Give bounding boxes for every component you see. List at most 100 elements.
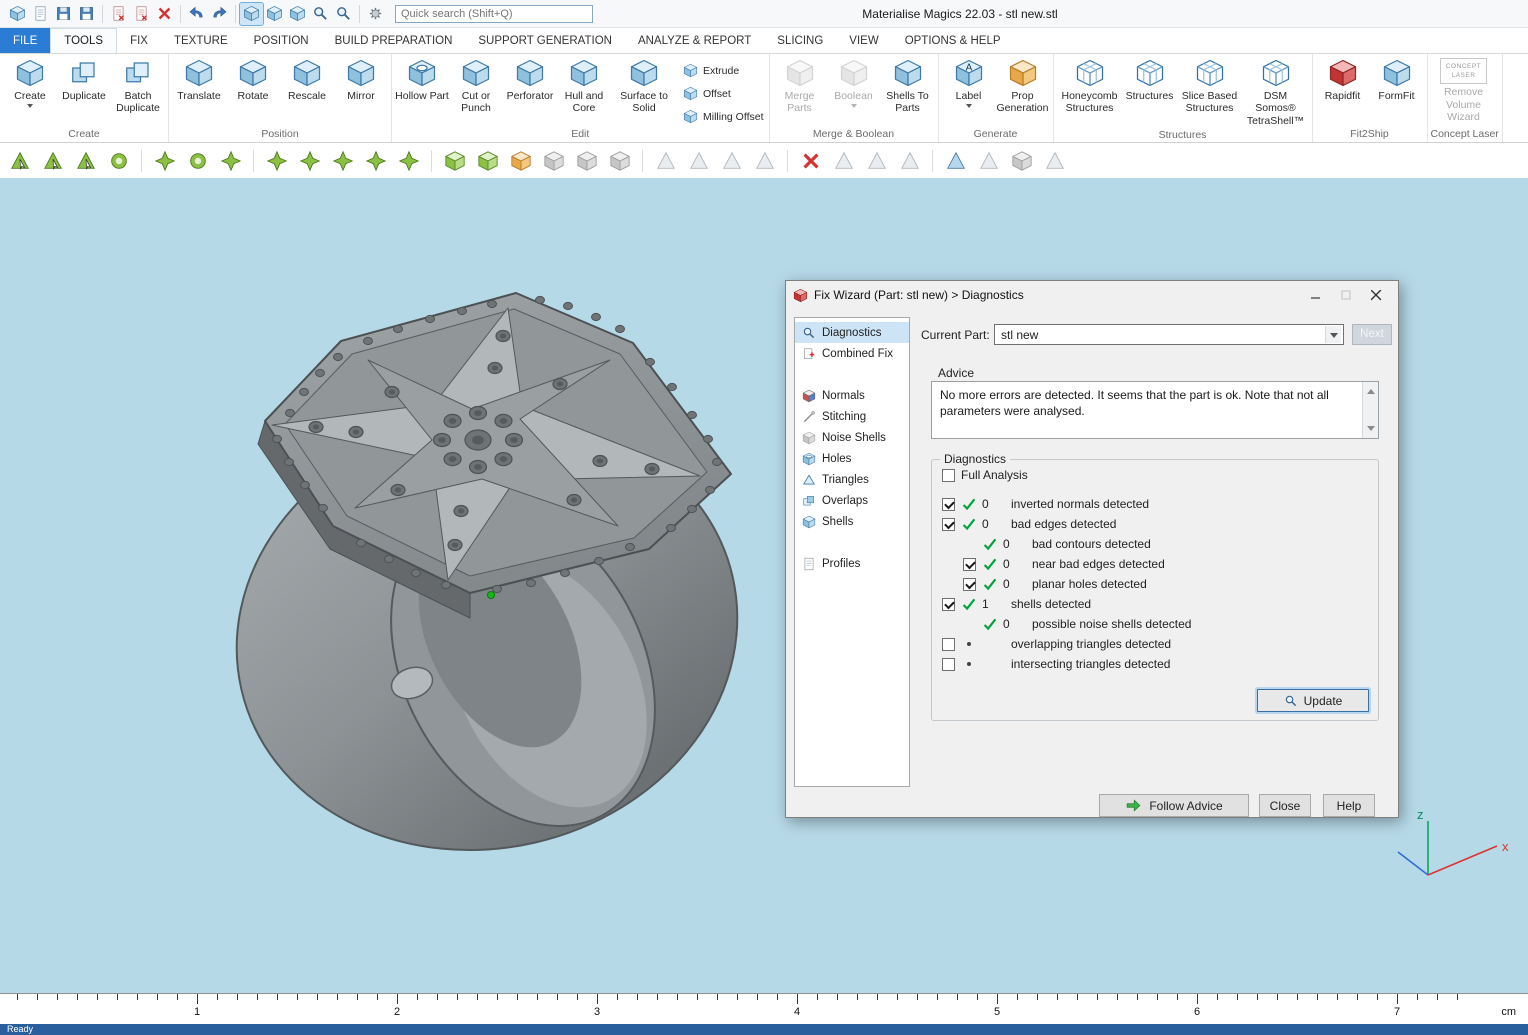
dialog-titlebar[interactable]: Fix Wizard (Part: stl new) > Diagnostics (786, 281, 1398, 309)
label-button[interactable]: Label (942, 57, 996, 111)
follow-advice-button[interactable]: Follow Advice (1099, 794, 1249, 817)
zoom-fit-icon[interactable] (332, 3, 355, 25)
import-part-icon[interactable] (107, 3, 130, 25)
brush-mark-tool[interactable] (263, 147, 290, 174)
diagnostic-checkbox[interactable] (942, 498, 955, 511)
mark-planes-tool[interactable] (39, 147, 66, 174)
batch-duplicate-button[interactable]: Batch Duplicate (111, 57, 165, 115)
shell-info-tool[interactable] (1008, 147, 1035, 174)
offset-button[interactable]: Offset (683, 86, 764, 101)
rapidfit-button[interactable]: Rapidfit (1316, 57, 1370, 102)
sidebar-item-triangles[interactable]: Triangles (795, 469, 909, 490)
create-button[interactable]: Create (3, 57, 57, 111)
tab-options-help[interactable]: OPTIONS & HELP (892, 28, 1014, 53)
diagnostic-checkbox[interactable] (942, 598, 955, 611)
sidebar-item-overlaps[interactable]: Overlaps (795, 490, 909, 511)
scroll-down-icon[interactable] (1367, 426, 1375, 435)
quick-search-input[interactable] (395, 5, 593, 23)
orient-triangle-tool[interactable] (942, 147, 969, 174)
grow-marking-tool[interactable] (395, 147, 422, 174)
tab-support-generation[interactable]: SUPPORT GENERATION (465, 28, 625, 53)
diagnostic-checkbox[interactable] (942, 638, 955, 651)
maximize-button[interactable] (1331, 285, 1361, 305)
mark-surfaces-tool[interactable] (72, 147, 99, 174)
zoom-in-icon[interactable] (309, 3, 332, 25)
sidebar-item-diagnostics[interactable]: Diagnostics (795, 322, 909, 343)
color-part-tool[interactable] (507, 147, 534, 174)
unify-shells-tool[interactable] (441, 147, 468, 174)
sidebar-item-shells[interactable]: Shells (795, 511, 909, 532)
magics-app-icon[interactable] (6, 3, 29, 25)
tab-slicing[interactable]: SLICING (764, 28, 836, 53)
split-edge-tool[interactable] (975, 147, 1002, 174)
diagnostic-checkbox[interactable] (963, 578, 976, 591)
rectangle-mark-tool[interactable] (151, 147, 178, 174)
iso-view-icon[interactable] (263, 3, 286, 25)
full-analysis-checkbox[interactable] (942, 469, 955, 482)
current-part-select[interactable]: stl new (994, 324, 1344, 345)
next-button[interactable]: Next (1352, 324, 1392, 345)
swap-edge-tool[interactable] (751, 147, 778, 174)
extract-shell-tool[interactable] (474, 147, 501, 174)
rotate-button[interactable]: Rotate (226, 57, 280, 102)
smooth-triangles-tool[interactable] (652, 147, 679, 174)
minimize-button[interactable] (1301, 285, 1331, 305)
triangle-info-tool[interactable] (1041, 147, 1068, 174)
sidebar-item-combined-fix[interactable]: Combined Fix (795, 343, 909, 364)
scroll-up-icon[interactable] (1367, 385, 1375, 394)
sidebar-item-holes[interactable]: Holes (795, 448, 909, 469)
mirror-button[interactable]: Mirror (334, 57, 388, 102)
default-view-icon[interactable] (240, 3, 263, 25)
honeycomb-structures-button[interactable]: Honeycomb Structures (1057, 57, 1123, 115)
stitch-marked-tool[interactable] (896, 147, 923, 174)
diagnostic-checkbox[interactable] (963, 558, 976, 571)
duplicate-button[interactable]: Duplicate (57, 57, 111, 102)
undo-icon[interactable] (185, 3, 208, 25)
translate-button[interactable]: Translate (172, 57, 226, 102)
tab-position[interactable]: POSITION (241, 28, 322, 53)
tab-view[interactable]: VIEW (836, 28, 891, 53)
cube-view-tool[interactable] (540, 147, 567, 174)
unmark-all-tool[interactable] (329, 147, 356, 174)
close-button[interactable]: Close (1259, 794, 1311, 817)
surface-to-solid-button[interactable]: Surface to Solid (611, 57, 677, 115)
tab-build-preparation[interactable]: BUILD PREPARATION (322, 28, 466, 53)
milling-offset-button[interactable]: Milling Offset (683, 109, 764, 124)
sidebar-item-stitching[interactable]: Stitching (795, 406, 909, 427)
prop-generation-button[interactable]: Prop Generation (996, 57, 1050, 115)
tab-fix[interactable]: FIX (117, 28, 161, 53)
tab-file[interactable]: FILE (0, 28, 50, 53)
diagnostic-checkbox[interactable] (942, 518, 955, 531)
full-analysis-row[interactable]: Full Analysis (942, 468, 1028, 482)
cut-or-punch-button[interactable]: Cut or Punch (449, 57, 503, 115)
tab-analyze-report[interactable]: ANALYZE & REPORT (625, 28, 764, 53)
sidebar-item-normals[interactable]: Normals (795, 385, 909, 406)
mark-triangles-tool[interactable] (6, 147, 33, 174)
close-icon[interactable] (1361, 285, 1391, 305)
structures-button[interactable]: Structures (1123, 57, 1177, 102)
delete-marked-tool[interactable] (797, 147, 824, 174)
formfit-button[interactable]: FormFit (1370, 57, 1424, 102)
diagnostic-checkbox[interactable] (942, 658, 955, 671)
remove-part-icon[interactable] (153, 3, 176, 25)
settings-gear-icon[interactable] (364, 3, 387, 25)
rescale-button[interactable]: Rescale (280, 57, 334, 102)
redo-icon[interactable] (208, 3, 231, 25)
sidebar-item-noise-shells[interactable]: Noise Shells (795, 427, 909, 448)
tab-texture[interactable]: TEXTURE (161, 28, 241, 53)
save-all-icon[interactable] (75, 3, 98, 25)
advice-scrollbar[interactable] (1362, 382, 1378, 438)
shells-to-parts-button[interactable]: Shells To Parts (881, 57, 935, 115)
bridge-gap-tool[interactable] (863, 147, 890, 174)
collapse-edge-tool[interactable] (718, 147, 745, 174)
3d-viewport[interactable]: z x Fix Wizard (Part: stl new) > Diagnos… (0, 178, 1528, 993)
slice-based-structures-button[interactable]: Slice Based Structures (1177, 57, 1243, 115)
dsm-somos-tetrashell-button[interactable]: DSM Somos® TetraShell™ (1243, 57, 1309, 127)
export-part-icon[interactable] (130, 3, 153, 25)
tab-tools[interactable]: TOOLS (50, 28, 117, 53)
help-button[interactable]: Help (1323, 794, 1375, 817)
hull-and-core-button[interactable]: Hull and Core (557, 57, 611, 115)
circle-mark-tool[interactable] (184, 147, 211, 174)
mark-shells-tool[interactable] (105, 147, 132, 174)
invert-marking-tool[interactable] (362, 147, 389, 174)
